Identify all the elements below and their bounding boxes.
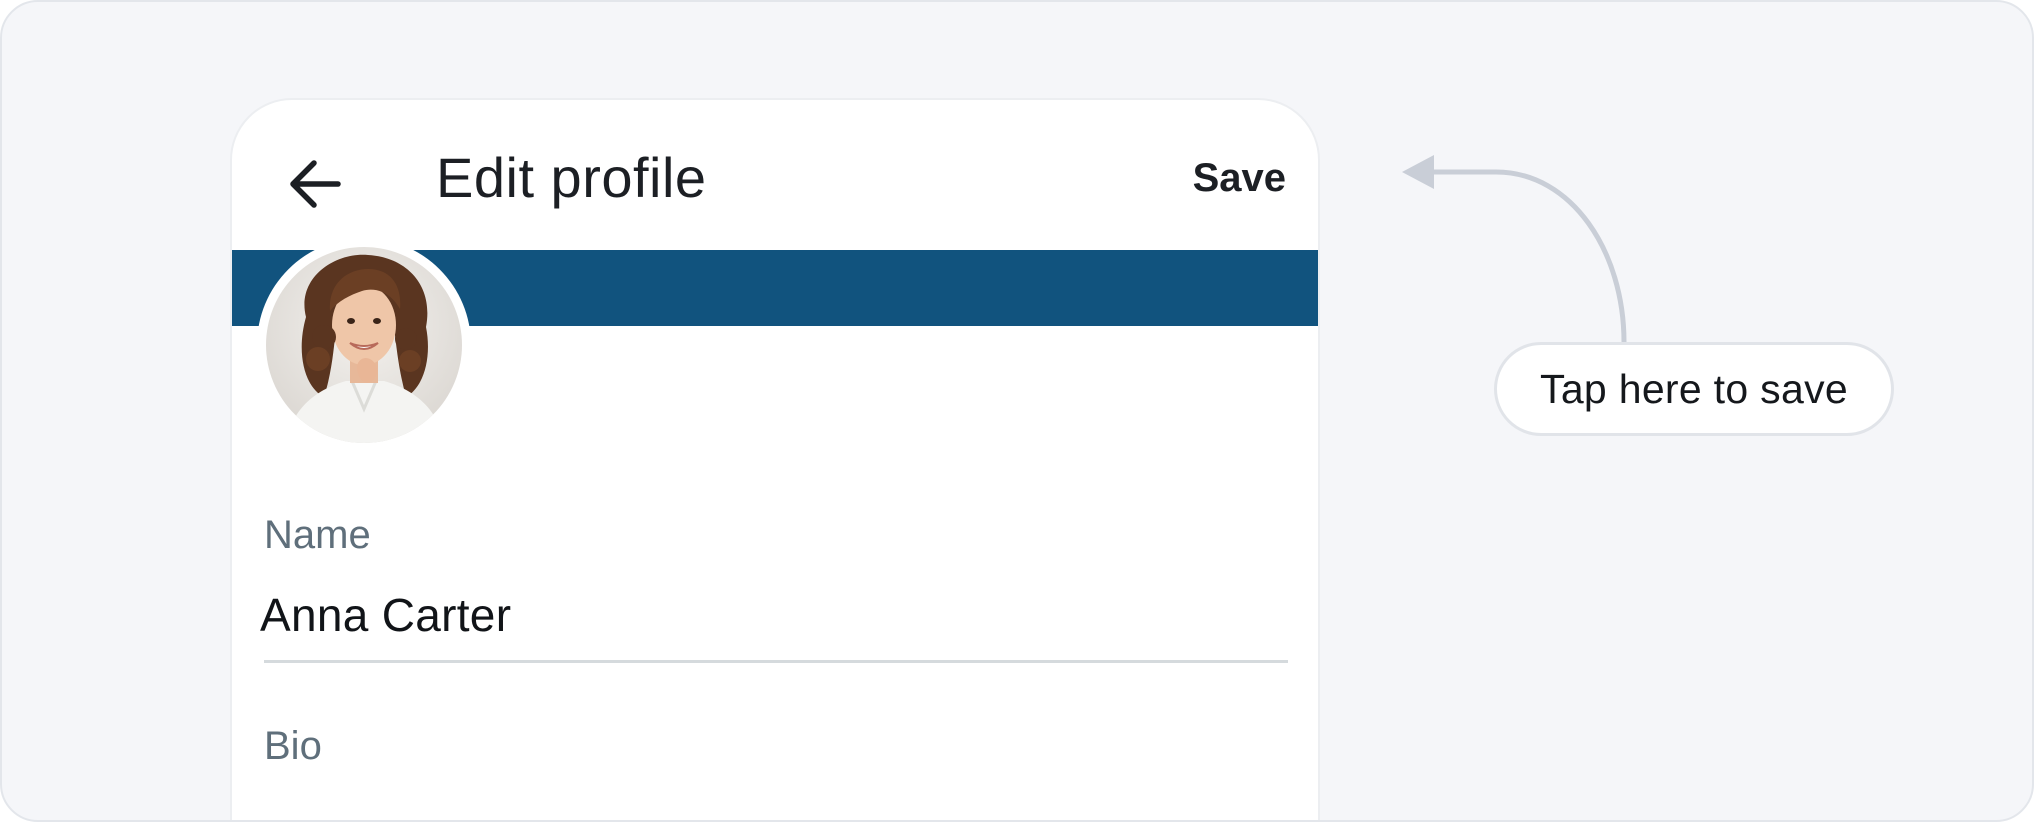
back-button[interactable] (282, 148, 348, 220)
name-field-underline (264, 660, 1288, 663)
page-title: Edit profile (436, 146, 707, 209)
name-input[interactable]: Anna Carter (260, 585, 511, 645)
canvas: Edit profile Save Name Anna Carter Bio T… (0, 0, 2034, 822)
arrow-left-icon (290, 160, 341, 208)
app-bar: Edit profile Save (232, 100, 1318, 250)
curved-arrow-left-icon (1402, 155, 1627, 343)
avatar[interactable] (257, 238, 471, 452)
save-hint-tooltip: Tap here to save (1494, 342, 1894, 436)
save-button[interactable]: Save (1193, 150, 1286, 206)
avatar-photo (266, 247, 462, 443)
name-field-label: Name (264, 513, 371, 557)
edit-profile-screen: Edit profile Save Name Anna Carter Bio (230, 98, 1320, 820)
bio-field-label: Bio (264, 724, 322, 768)
